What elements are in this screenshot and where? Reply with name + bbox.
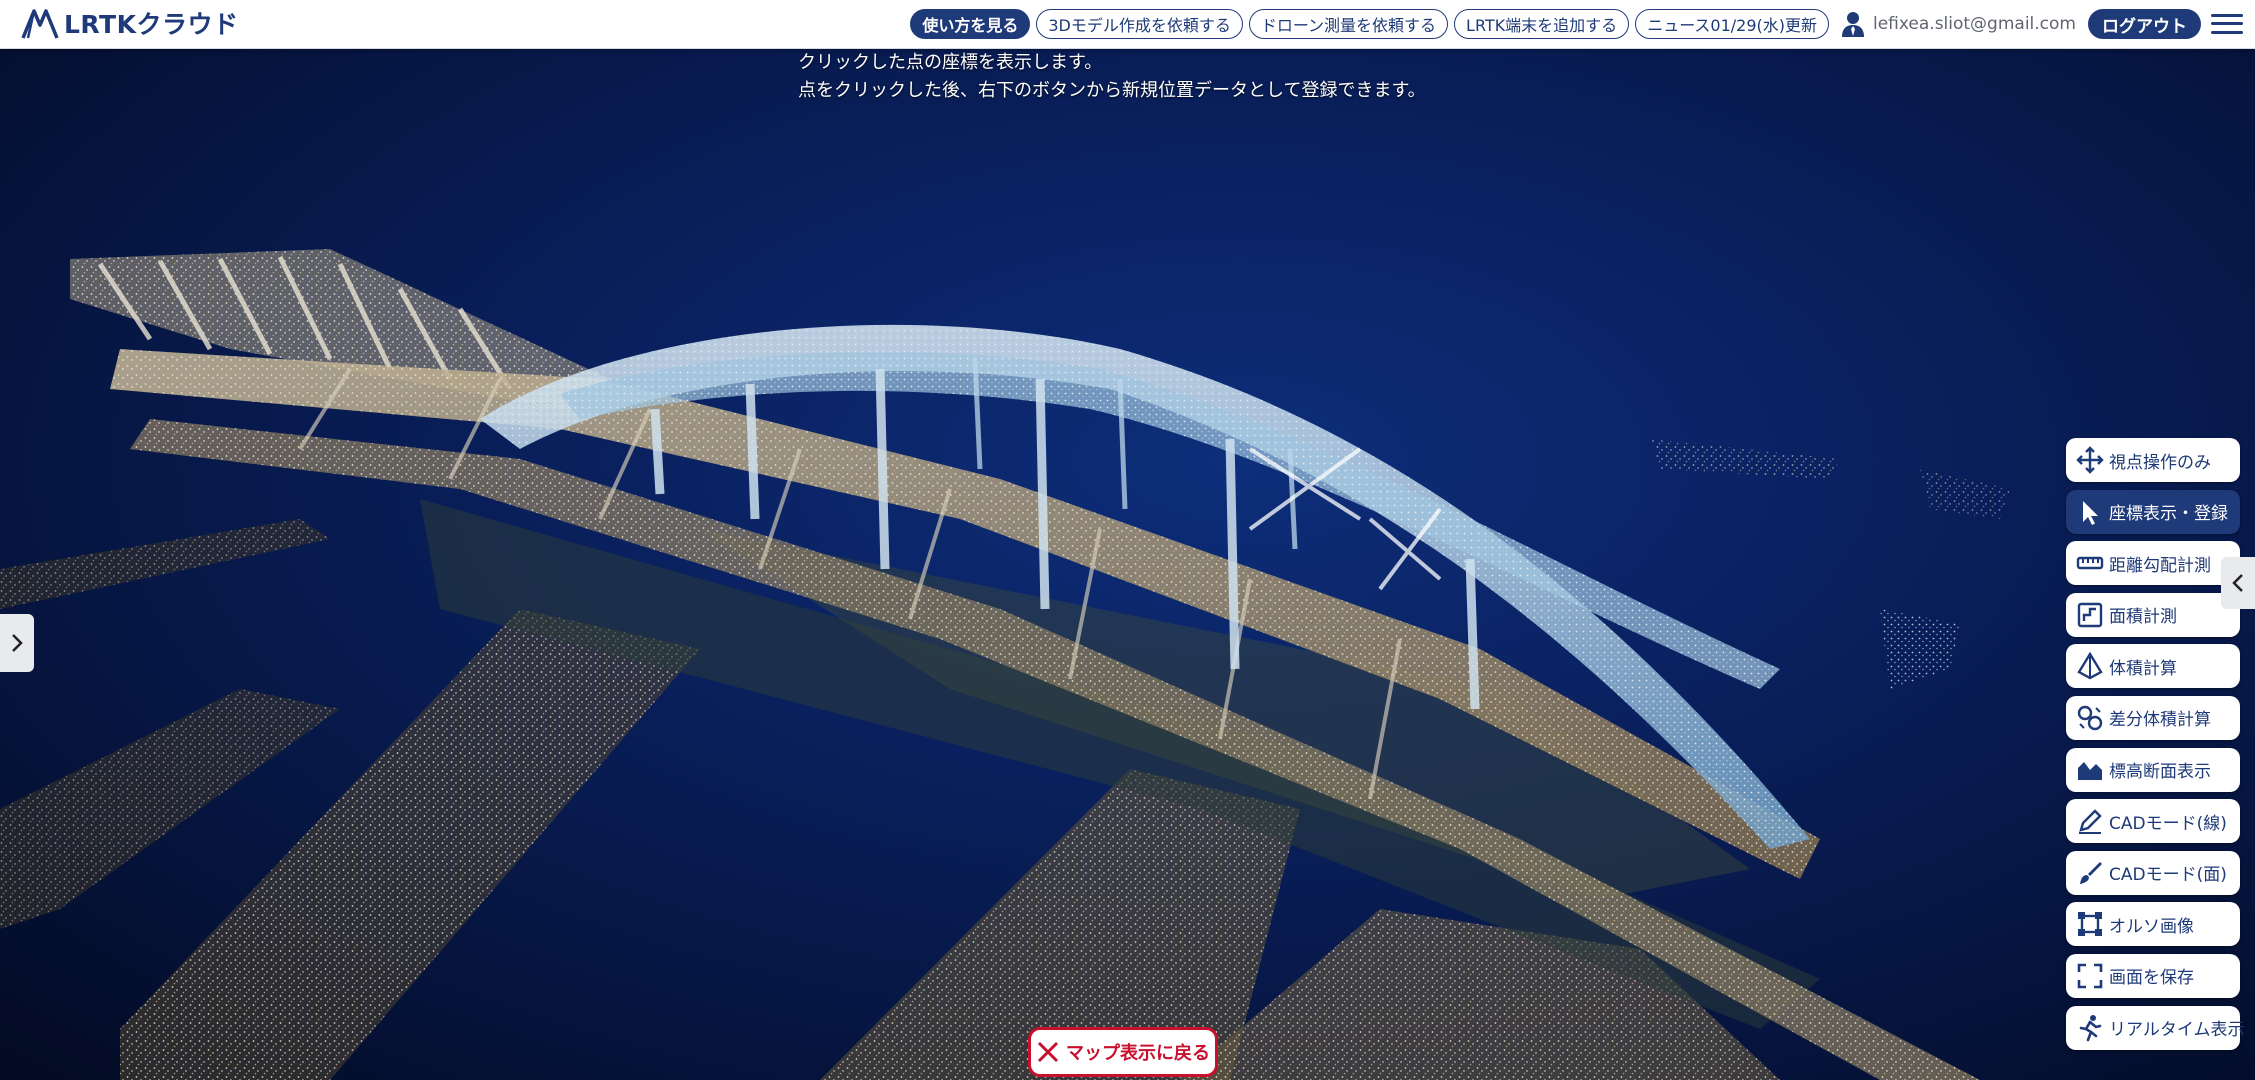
request-3d-model-button[interactable]: 3Dモデル作成を依頼する xyxy=(1036,9,1243,39)
diff-volume-icon xyxy=(2077,705,2103,731)
tool-distance-slope-button[interactable]: 距離勾配計測 xyxy=(2066,541,2240,586)
tool-label: 視点操作のみ xyxy=(2109,452,2211,473)
logout-button[interactable]: ログアウト xyxy=(2088,9,2201,39)
instruction-line-1: クリックした点の座標を表示します。 xyxy=(798,52,1103,73)
tool-label: CADモード(面) xyxy=(2109,865,2227,886)
news-button[interactable]: ニュース01/29(水)更新 xyxy=(1635,9,1829,39)
mountain-logo-icon xyxy=(21,9,59,39)
app-logo[interactable]: LRTKクラウド xyxy=(20,5,238,41)
tool-label: リアルタイム表示 xyxy=(2109,1020,2245,1041)
tool-diff-volume-button[interactable]: 差分体積計算 xyxy=(2066,695,2240,740)
cursor-icon xyxy=(2083,500,2098,525)
tool-label: 距離勾配計測 xyxy=(2109,555,2211,576)
ortho-icon xyxy=(2078,912,2102,937)
move-icon xyxy=(2076,446,2104,474)
header-actions: 使い方を見る 3Dモデル作成を依頼する ドローン測量を依頼する LRTK端末を追… xyxy=(910,0,2255,48)
brush-icon xyxy=(2080,861,2102,884)
tool-view-only-button[interactable]: 視点操作のみ xyxy=(2066,438,2240,482)
tool-label: 体積計算 xyxy=(2109,658,2177,679)
elevation-icon xyxy=(2078,761,2102,780)
runner-icon xyxy=(2079,1014,2102,1041)
bridge-point-cloud[interactable] xyxy=(0,49,2255,1080)
back-to-map-button[interactable]: マップ表示に戻る xyxy=(1028,1027,1218,1077)
back-to-map-label: マップ表示に戻る xyxy=(1066,1043,1210,1064)
tool-label: オルソ画像 xyxy=(2109,916,2194,937)
tool-label: CADモード(線) xyxy=(2109,813,2227,834)
top-header: LRTKクラウド 使い方を見る 3Dモデル作成を依頼する ドローン測量を依頼する… xyxy=(0,0,2255,49)
tool-label: 座標表示・登録 xyxy=(2109,504,2228,525)
how-to-use-button[interactable]: 使い方を見る xyxy=(910,9,1031,39)
tool-coordinate-register-button[interactable]: 座標表示・登録 xyxy=(2066,489,2240,534)
area-icon xyxy=(2077,602,2103,627)
user-info: lefixea.sliot@gmail.com xyxy=(1841,11,2076,37)
tool-label: 差分体積計算 xyxy=(2109,710,2211,731)
tool-ortho-image-button[interactable]: オルソ画像 xyxy=(2066,902,2240,947)
capture-icon xyxy=(2077,963,2103,989)
add-lrtk-device-button[interactable]: LRTK端末を追加する xyxy=(1454,9,1630,39)
tool-label: 面積計測 xyxy=(2109,607,2177,628)
tool-cad-surface-button[interactable]: CADモード(面) xyxy=(2066,850,2240,895)
tool-cad-line-button[interactable]: CADモード(線) xyxy=(2066,799,2240,844)
request-drone-survey-button[interactable]: ドローン測量を依頼する xyxy=(1248,9,1449,39)
chevron-left-icon xyxy=(2232,574,2243,592)
point-cloud-viewer[interactable]: クリックした点の座標を表示します。 点をクリックした後、右下のボタンから新規位置… xyxy=(0,49,2255,1080)
tool-label: 標高断面表示 xyxy=(2109,762,2211,783)
tool-save-screen-button[interactable]: 画面を保存 xyxy=(2066,953,2240,998)
chevron-right-icon xyxy=(12,634,23,652)
volume-icon xyxy=(2077,652,2103,680)
hamburger-menu-icon[interactable] xyxy=(2211,9,2243,39)
ruler-icon xyxy=(2076,556,2104,570)
tool-label: 画面を保存 xyxy=(2109,968,2194,989)
tool-elevation-profile-button[interactable]: 標高断面表示 xyxy=(2066,747,2240,792)
right-panel-toggle[interactable] xyxy=(2221,557,2255,609)
logo-text: LRTKクラウド xyxy=(64,10,239,39)
tool-area-button[interactable]: 面積計測 xyxy=(2066,592,2240,637)
tool-realtime-button[interactable]: リアルタイム表示 xyxy=(2066,1005,2245,1050)
instruction-text: クリックした点の座標を表示します。 点をクリックした後、右下のボタンから新規位置… xyxy=(798,49,1426,105)
left-panel-toggle[interactable] xyxy=(0,614,34,672)
user-icon xyxy=(1841,12,1864,37)
user-email: lefixea.sliot@gmail.com xyxy=(1872,14,2076,34)
close-icon xyxy=(1037,1041,1059,1063)
tool-volume-button[interactable]: 体積計算 xyxy=(2066,644,2240,689)
pencil-icon xyxy=(2079,809,2102,835)
instruction-line-2: 点をクリックした後、右下のボタンから新規位置データとして登録できます。 xyxy=(798,80,1426,101)
tool-panel: 視点操作のみ 座標表示・登録 距離勾配計測 面積計測 体積計算 差分体積計算 標… xyxy=(2066,438,2245,1057)
